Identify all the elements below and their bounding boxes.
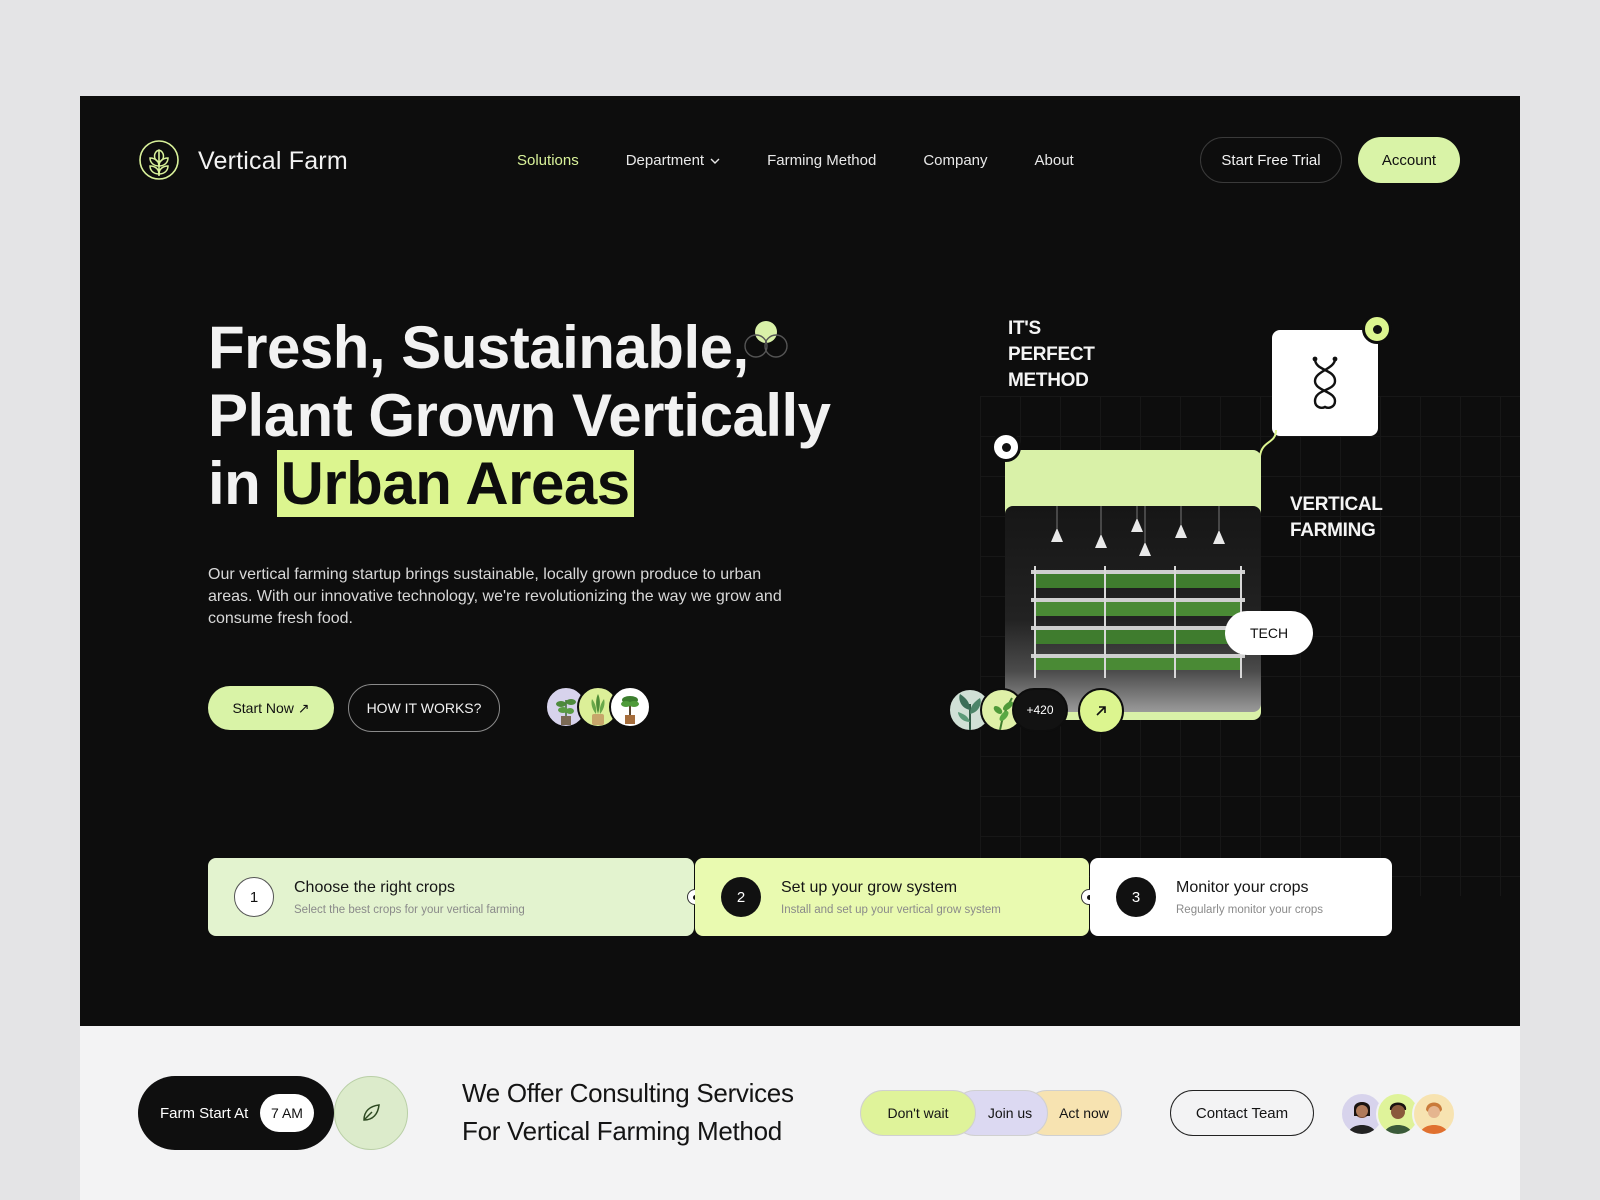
logo[interactable]: Vertical Farm <box>138 136 348 187</box>
nav-department[interactable]: Department <box>626 152 720 169</box>
start-free-trial-button[interactable]: Start Free Trial <box>1200 137 1342 183</box>
cta-pill-group: Don't wait Join us Act now <box>860 1090 1122 1136</box>
step-subtitle: Select the best crops for your vertical … <box>294 903 525 916</box>
vertical-farming-label: VERTICAL FARMING <box>1290 492 1383 544</box>
account-button[interactable]: Account <box>1358 137 1460 183</box>
vertical-farming-line1: VERTICAL <box>1290 494 1383 515</box>
hero-title-line3: in Urban Areas <box>208 450 831 518</box>
brand-name: Vertical Farm <box>198 147 348 175</box>
indicator-dot-icon <box>991 432 1021 462</box>
nav-farming-method[interactable]: Farming Method <box>767 152 876 169</box>
step-number: 3 <box>1116 877 1156 917</box>
consulting-heading-line1: We Offer Consulting Services <box>462 1078 794 1108</box>
step-card-1[interactable]: 1 Choose the right crops Select the best… <box>208 858 694 936</box>
step-text: Choose the right crops Select the best c… <box>294 879 525 916</box>
perfect-method-line1: IT'S <box>1008 318 1041 339</box>
step-text: Set up your grow system Install and set … <box>781 879 1001 916</box>
hero-title-line2-light: Plant <box>208 382 369 449</box>
team-avatar <box>1412 1092 1456 1136</box>
perfect-method-line3: METHOD <box>1008 370 1089 391</box>
start-now-button[interactable]: Start Now ↗ <box>208 686 334 730</box>
indicator-dot-icon <box>1362 314 1392 344</box>
hero-title-line3-light: in <box>208 450 277 517</box>
step-card-3[interactable]: 3 Monitor your crops Regularly monitor y… <box>1090 858 1392 936</box>
dont-wait-pill[interactable]: Don't wait <box>860 1090 976 1136</box>
how-it-works-button[interactable]: HOW IT WORKS? <box>348 684 500 732</box>
step-subtitle: Install and set up your vertical grow sy… <box>781 903 1001 916</box>
chevron-down-icon <box>710 158 720 164</box>
tech-badge[interactable]: TECH <box>1225 611 1313 655</box>
circles-decoration-icon <box>738 318 794 369</box>
arrow-up-right-button[interactable] <box>1078 688 1124 734</box>
step-title: Set up your grow system <box>781 878 958 896</box>
hero-title-line2: Plant Grown Vertically <box>208 382 831 450</box>
plant-avatar <box>609 686 651 728</box>
nav-department-label: Department <box>625 152 705 169</box>
step-title: Monitor your crops <box>1176 878 1309 896</box>
leaf-button[interactable] <box>334 1076 408 1150</box>
farm-start-label: Farm Start At <box>160 1104 249 1122</box>
vertical-farm-photo <box>1005 506 1261 712</box>
nav-solutions[interactable]: Solutions <box>517 152 579 169</box>
arrow-up-right-icon <box>1096 706 1106 716</box>
step-subtitle: Regularly monitor your crops <box>1176 903 1324 916</box>
nav-company[interactable]: Company <box>923 152 987 169</box>
farm-start-time: 7 AM <box>260 1094 314 1132</box>
main-nav: Solutions Department Farming Method Comp… <box>517 152 1074 169</box>
twisted-link-icon <box>1312 356 1338 409</box>
wheat-logo-icon <box>138 136 180 187</box>
perfect-method-line2: PERFECT <box>1008 344 1095 365</box>
consulting-heading-line2: For Vertical Farming Method <box>462 1116 782 1146</box>
plant-count-badge: +420 <box>1012 688 1068 732</box>
vertical-farming-line2: FARMING <box>1290 520 1376 541</box>
leaf-icon <box>363 1104 380 1121</box>
hero-description: Our vertical farming startup brings sust… <box>208 566 782 627</box>
hero-title-highlight: Urban Areas <box>276 450 634 517</box>
consulting-heading: We Offer Consulting Services For Vertica… <box>462 1074 794 1150</box>
step-title: Choose the right crops <box>294 878 455 896</box>
consulting-strip: Farm Start At 7 AM We Offer Consulting S… <box>80 1026 1520 1200</box>
step-card-2[interactable]: 2 Set up your grow system Install and se… <box>695 858 1089 936</box>
step-number: 2 <box>721 877 761 917</box>
step-text: Monitor your crops Regularly monitor you… <box>1176 879 1323 916</box>
hero-title-line2-bold: Grown Vertically <box>368 382 831 449</box>
contact-team-button[interactable]: Contact Team <box>1170 1090 1314 1136</box>
page-frame: Vertical Farm Solutions Department Farmi… <box>80 96 1520 1200</box>
step-number: 1 <box>234 877 274 917</box>
method-card <box>1272 330 1378 436</box>
perfect-method-label: IT'S PERFECT METHOD <box>1008 316 1095 394</box>
nav-about[interactable]: About <box>1035 152 1074 169</box>
farm-start-badge: Farm Start At 7 AM <box>138 1076 334 1150</box>
